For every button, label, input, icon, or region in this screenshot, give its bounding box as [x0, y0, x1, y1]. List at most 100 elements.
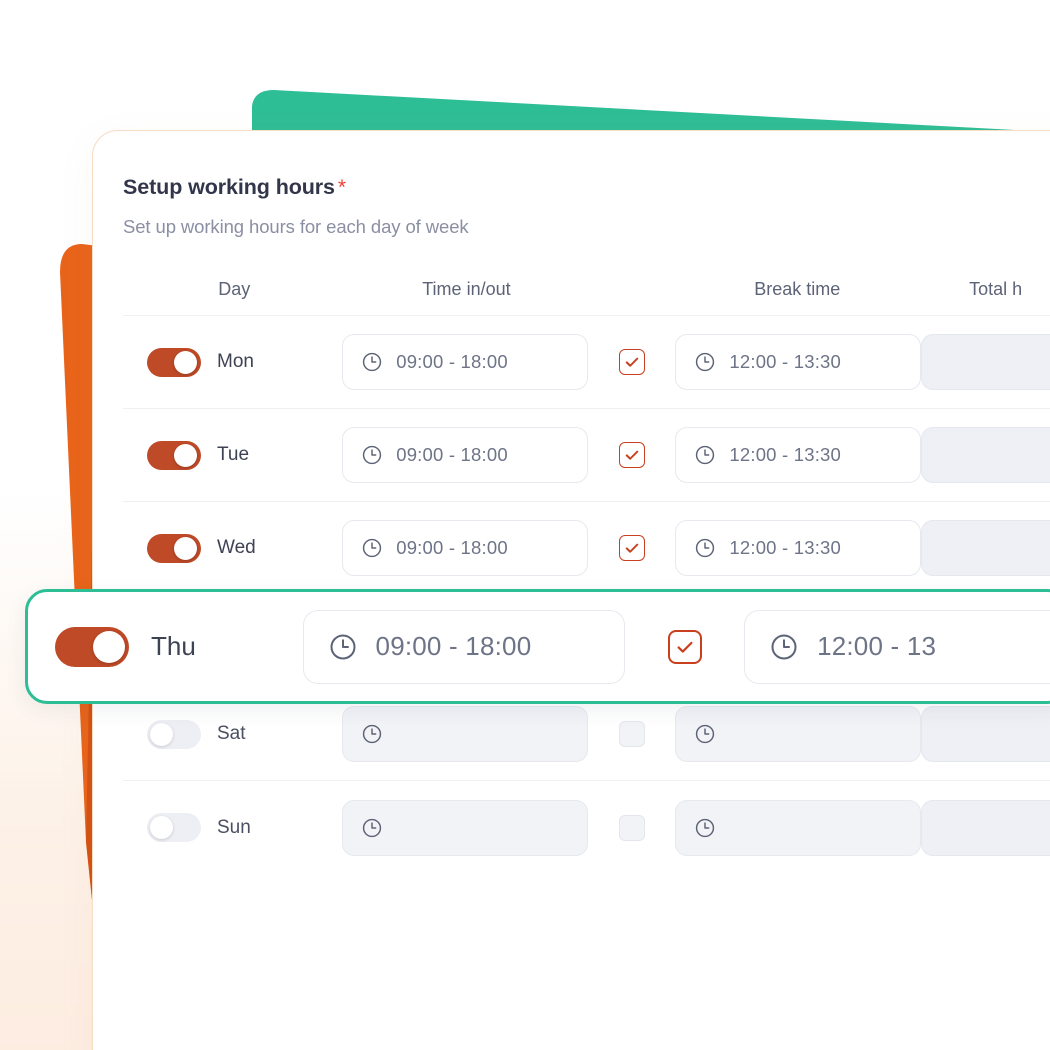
clock-icon	[330, 634, 356, 659]
break-checkbox-sun[interactable]	[618, 814, 645, 841]
clock-icon	[363, 538, 382, 558]
check-icon	[677, 641, 693, 653]
total-hours-cell	[921, 799, 1050, 856]
break-time-field-sun[interactable]	[675, 799, 922, 856]
column-header-time-inout: Time in/out	[422, 279, 511, 299]
time-in-out-value: 09:00 - 18:00	[375, 631, 532, 661]
toggle-knob	[174, 443, 197, 467]
break-checkbox-sat[interactable]	[618, 721, 645, 747]
time-in-out-cell: 09:00 - 18:00	[342, 427, 589, 483]
clock-icon	[696, 352, 715, 372]
day-toggle-mon[interactable]	[147, 347, 201, 377]
time-in-out-value: 09:00 - 18:00	[396, 444, 508, 465]
total-hours-field-sun	[921, 799, 1050, 856]
toggle-knob	[150, 722, 173, 746]
time-in-out-value: 09:00 - 18:00	[396, 537, 508, 558]
break-time-value: 12:00 - 13:30	[729, 537, 842, 558]
time-in-out-field-sat[interactable]	[342, 706, 589, 762]
required-asterisk: *	[337, 176, 346, 199]
working-hours-table: Day Time in/out Break time Total h Mon 09…	[123, 264, 1050, 874]
time-in-out-cell: 09:00 - 18:00	[342, 334, 589, 390]
toggle-knob	[150, 816, 173, 839]
break-checkbox-cell	[588, 442, 675, 468]
time-in-out-cell	[342, 706, 589, 762]
clock-icon	[363, 352, 382, 372]
clock-icon	[696, 818, 715, 837]
day-toggle-thu[interactable]	[55, 626, 129, 667]
table-header-row: Day Time in/out Break time Total h	[123, 264, 1050, 316]
time-in-out-field-wed[interactable]: 09:00 - 18:00	[342, 520, 589, 576]
time-in-out-field-thu[interactable]: 09:00 - 18:00	[302, 609, 626, 684]
day-label: Thu	[151, 631, 196, 661]
page-subtitle: Set up working hours for each day of wee…	[123, 216, 469, 237]
day-label: Tue	[217, 444, 250, 465]
break-checkbox-tue[interactable]	[618, 442, 645, 468]
day-cell: Thu	[28, 626, 303, 667]
break-time-value: 12:00 - 13	[817, 631, 937, 661]
day-toggle-sun[interactable]	[147, 813, 201, 842]
break-checkbox-mon[interactable]	[618, 349, 645, 375]
break-checkbox-thu[interactable]	[667, 629, 702, 664]
table-row[interactable]: Sun	[123, 781, 1050, 874]
break-time-cell: 12:00 - 13:30	[675, 334, 922, 390]
highlighted-row-thursday[interactable]: Thu 09:00 - 18:00 12:00 - 13	[25, 589, 1050, 704]
total-hours-cell	[921, 706, 1050, 762]
table-row[interactable]: Wed 09:00 - 18:00 12:00 - 13:30	[123, 502, 1050, 595]
clock-icon	[363, 818, 382, 837]
toggle-knob	[174, 536, 197, 560]
day-cell: Sat	[123, 719, 342, 749]
break-time-cell: 12:00 - 13:30	[675, 520, 922, 576]
check-icon	[625, 450, 639, 460]
break-checkbox-wed[interactable]	[618, 535, 645, 561]
break-checkbox-cell	[588, 535, 675, 561]
clock-icon	[363, 445, 382, 465]
column-header-break-time: Break time	[754, 279, 841, 299]
toggle-knob	[93, 630, 125, 663]
clock-icon	[771, 634, 797, 659]
table-row[interactable]: Tue 09:00 - 18:00 12:00 - 13:30	[123, 409, 1050, 502]
day-cell: Sun	[123, 813, 342, 842]
total-hours-cell	[921, 520, 1050, 576]
day-cell: Mon	[123, 347, 342, 377]
check-icon	[625, 543, 639, 553]
day-label: Sat	[217, 723, 246, 744]
page-title-text: Setup working hours	[123, 175, 335, 199]
time-in-out-field-sun[interactable]	[342, 799, 589, 856]
table-row[interactable]: Mon 09:00 - 18:00 12:00 - 13:30	[123, 316, 1050, 409]
total-hours-field-mon	[921, 334, 1050, 390]
day-toggle-wed[interactable]	[147, 533, 201, 563]
day-cell: Wed	[123, 533, 342, 563]
break-time-cell: 12:00 - 13:30	[675, 427, 922, 483]
total-hours-field-wed	[921, 520, 1050, 576]
break-checkbox-cell	[588, 349, 675, 375]
day-toggle-sat[interactable]	[147, 719, 201, 749]
break-time-field-sat[interactable]	[675, 706, 922, 762]
time-in-out-cell: 09:00 - 18:00	[342, 520, 589, 576]
break-time-cell	[675, 706, 922, 762]
clock-icon	[696, 538, 715, 558]
day-label: Sun	[217, 816, 251, 838]
time-in-out-value: 09:00 - 18:00	[396, 351, 508, 372]
break-time-field-thu[interactable]: 12:00 - 13	[744, 609, 1050, 684]
day-label: Mon	[217, 351, 254, 372]
break-time-value: 12:00 - 13:30	[729, 351, 842, 372]
time-in-out-field-mon[interactable]: 09:00 - 18:00	[342, 334, 589, 390]
column-header-total-hours: Total h	[969, 279, 1023, 299]
total-hours-cell	[921, 334, 1050, 390]
break-time-field-mon[interactable]: 12:00 - 13:30	[675, 334, 922, 390]
clock-icon	[363, 724, 382, 744]
day-cell: Tue	[123, 440, 342, 470]
break-checkbox-cell	[588, 721, 675, 747]
day-label: Wed	[217, 537, 256, 558]
toggle-knob	[174, 350, 197, 374]
day-toggle-tue[interactable]	[147, 440, 201, 470]
break-time-field-tue[interactable]: 12:00 - 13:30	[675, 427, 922, 483]
total-hours-field-tue	[921, 427, 1050, 483]
total-hours-cell	[921, 427, 1050, 483]
break-checkbox-cell	[588, 814, 675, 841]
time-in-out-field-tue[interactable]: 09:00 - 18:00	[342, 427, 589, 483]
time-in-out-cell	[342, 799, 589, 856]
break-time-field-wed[interactable]: 12:00 - 13:30	[675, 520, 922, 576]
check-icon	[625, 357, 639, 367]
page-title: Setup working hours *	[123, 175, 1050, 200]
